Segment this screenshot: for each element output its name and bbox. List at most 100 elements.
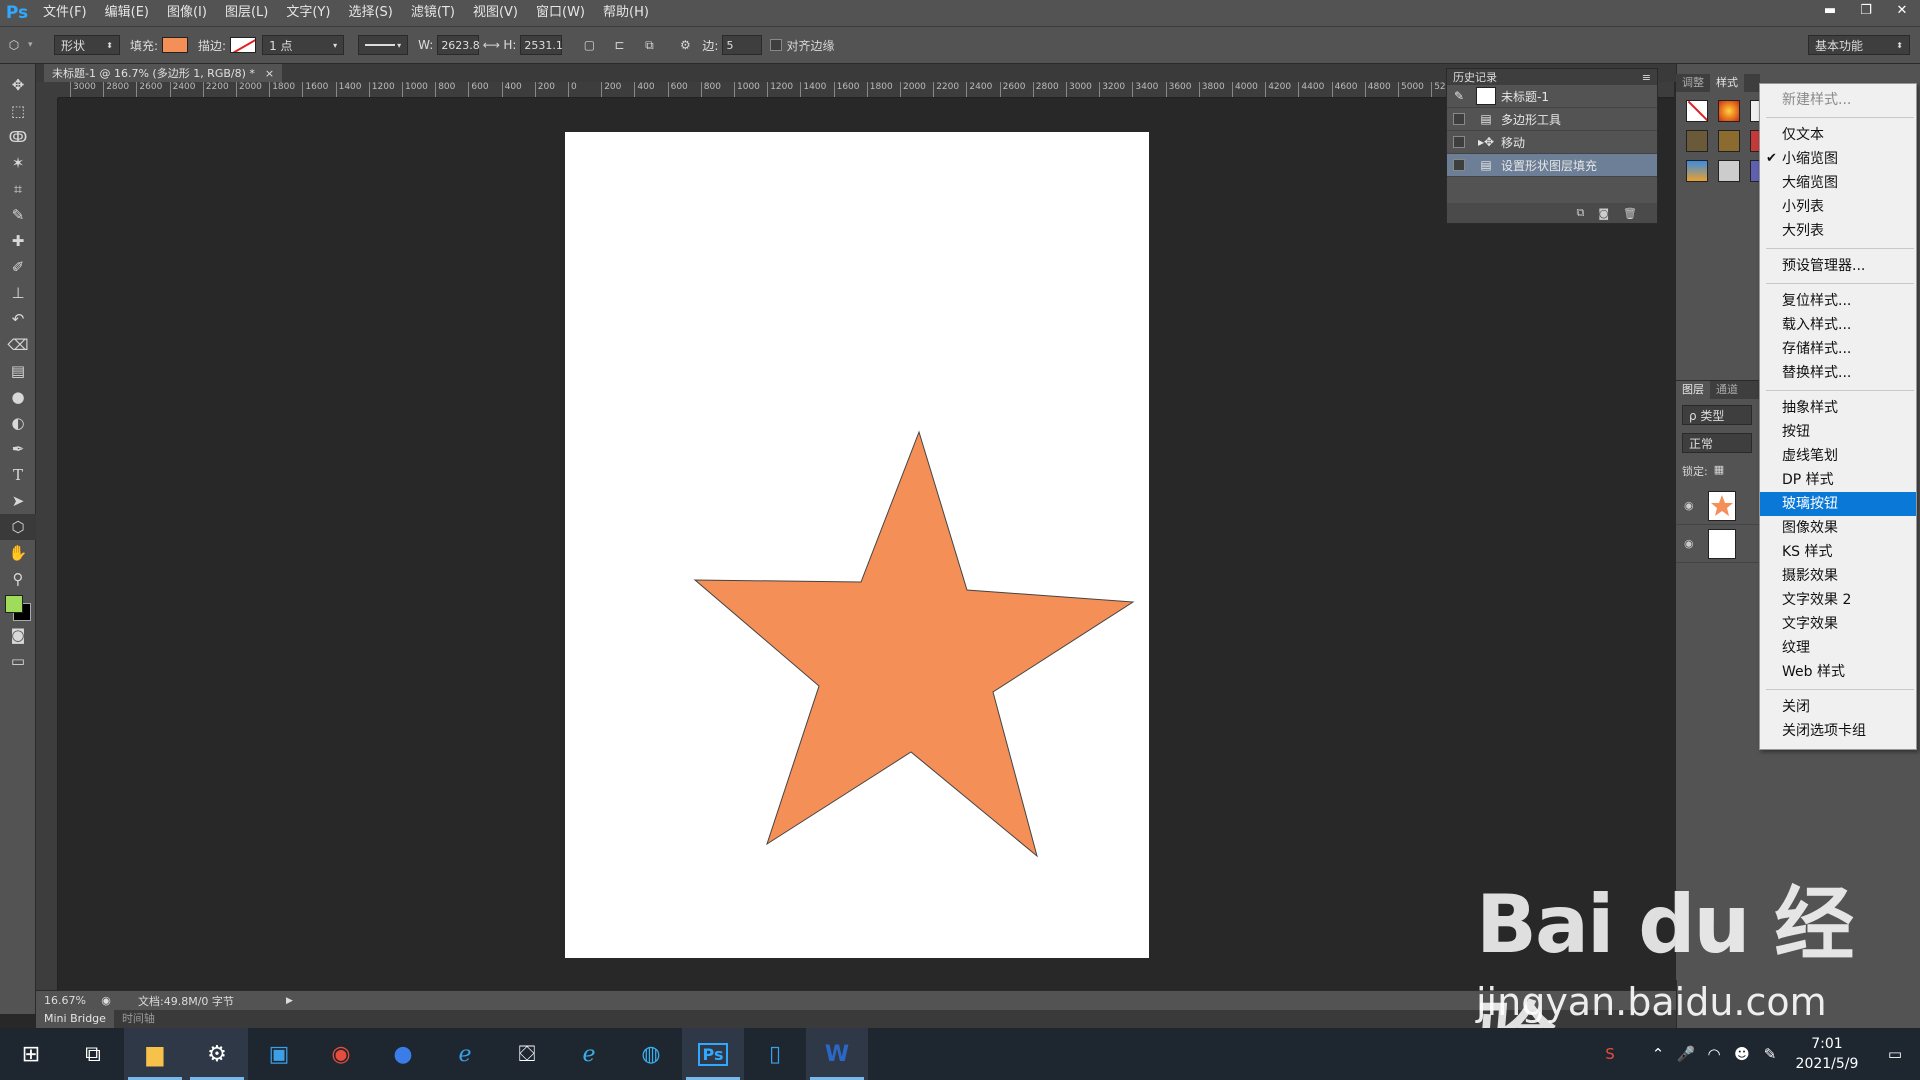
history-source-checkbox[interactable] xyxy=(1453,113,1465,125)
menu-file[interactable]: 文件(F) xyxy=(34,0,96,26)
settings-icon[interactable]: ⚙ xyxy=(186,1028,248,1080)
dodge-tool-icon[interactable]: ◐ xyxy=(0,410,36,436)
sogou-input-icon[interactable]: S xyxy=(1596,1045,1624,1063)
pen-icon[interactable]: ✎ xyxy=(1756,1045,1784,1063)
blend-mode-select[interactable]: 正常 xyxy=(1682,433,1752,453)
menu-type[interactable]: 文字(Y) xyxy=(277,0,339,26)
width-input[interactable]: 2623.8 xyxy=(437,35,480,55)
menu-abstract-styles[interactable]: 抽象样式 xyxy=(1760,396,1916,420)
new-document-from-state-icon[interactable]: ⧉ xyxy=(1576,206,1584,220)
menu-close-tab-group[interactable]: 关闭选项卡组 xyxy=(1760,719,1916,743)
path-selection-tool-icon[interactable]: ➤ xyxy=(0,488,36,514)
align-edges-checkbox[interactable] xyxy=(770,39,783,51)
history-item[interactable]: ▤ 多边形工具 xyxy=(1447,108,1657,131)
link-icon[interactable]: ⟷ xyxy=(479,38,503,52)
menu-ks-styles[interactable]: KS 样式 xyxy=(1760,540,1916,564)
polygon-tool-preset-icon[interactable]: ⬡ xyxy=(0,38,28,52)
quick-mask-icon[interactable]: ◙ xyxy=(0,622,36,648)
menu-large-thumbnail[interactable]: 大缩览图 xyxy=(1760,171,1916,195)
menu-close[interactable]: 关闭 xyxy=(1760,695,1916,719)
menu-reset-styles[interactable]: 复位样式... xyxy=(1760,289,1916,313)
menu-glass-buttons[interactable]: 玻璃按钮 xyxy=(1760,492,1916,516)
fill-swatch[interactable] xyxy=(162,37,189,53)
network-icon[interactable]: ◠ xyxy=(1700,1045,1728,1063)
browser-app-icon[interactable]: ◍ xyxy=(620,1028,682,1080)
height-input[interactable]: 2531.1 xyxy=(520,35,563,55)
restore-icon[interactable]: ❐ xyxy=(1848,0,1884,20)
panel-menu-icon[interactable]: ≡ xyxy=(1642,71,1651,84)
tool-mode-select[interactable]: 形状 ⬍ xyxy=(54,35,120,55)
color-swatches[interactable] xyxy=(0,592,36,622)
menu-filter[interactable]: 滤镜(T) xyxy=(402,0,464,26)
history-brush-tool-icon[interactable]: ↶ xyxy=(0,306,36,332)
menu-text-effects-2[interactable]: 文字效果 2 xyxy=(1760,588,1916,612)
chrome-icon[interactable]: ◉ xyxy=(310,1028,372,1080)
brush-tool-icon[interactable]: ✐ xyxy=(0,254,36,280)
menu-edit[interactable]: 编辑(E) xyxy=(96,0,158,26)
menu-large-list[interactable]: 大列表 xyxy=(1760,219,1916,243)
file-explorer-icon[interactable]: ▆ xyxy=(124,1028,186,1080)
healing-brush-tool-icon[interactable]: ✚ xyxy=(0,228,36,254)
star-shape[interactable] xyxy=(693,430,1135,858)
clock[interactable]: 7:01 2021/5/9 xyxy=(1784,1034,1870,1074)
foreground-color[interactable] xyxy=(5,595,23,613)
history-brush-source-icon[interactable]: ✎ xyxy=(1447,89,1471,103)
menu-photographic-effects[interactable]: 摄影效果 xyxy=(1760,564,1916,588)
tab-mini-bridge[interactable]: Mini Bridge xyxy=(36,1010,114,1028)
eyedropper-tool-icon[interactable]: ✎ xyxy=(0,202,36,228)
style-swatch[interactable] xyxy=(1686,160,1708,182)
tab-timeline[interactable]: 时间轴 xyxy=(114,1010,163,1028)
phone-app-icon[interactable]: ▯ xyxy=(744,1028,806,1080)
marquee-tool-icon[interactable]: ⬚ xyxy=(0,98,36,124)
windows-start-icon[interactable]: ⊞ xyxy=(0,1028,62,1080)
lock-transparency-icon[interactable]: ▦ xyxy=(1714,463,1724,479)
tab-adjustments[interactable]: 调整 xyxy=(1676,74,1710,92)
zoom-level[interactable]: 16.67% xyxy=(36,994,86,1007)
document-canvas[interactable] xyxy=(565,132,1149,958)
style-swatch[interactable] xyxy=(1718,160,1740,182)
move-tool-icon[interactable]: ✥ xyxy=(0,72,36,98)
menu-window[interactable]: 窗口(W) xyxy=(527,0,594,26)
gear-icon[interactable]: ⚙ xyxy=(670,38,700,52)
task-view-icon[interactable]: ⧉ xyxy=(62,1028,124,1080)
style-none-swatch[interactable] xyxy=(1686,100,1708,122)
menu-small-list[interactable]: 小列表 xyxy=(1760,195,1916,219)
notification-icon[interactable]: ▭ xyxy=(1870,1045,1920,1063)
history-item-selected[interactable]: ▤ 设置形状图层填充 xyxy=(1447,154,1657,177)
screen-mode-icon[interactable]: ▭ xyxy=(0,648,36,674)
menu-buttons[interactable]: 按钮 xyxy=(1760,420,1916,444)
history-source-checkbox[interactable] xyxy=(1453,136,1465,148)
style-swatch[interactable] xyxy=(1686,130,1708,152)
camera-icon[interactable]: ◙ xyxy=(1598,207,1609,220)
pen-tool-icon[interactable]: ✒ xyxy=(0,436,36,462)
crop-tool-icon[interactable]: ⌗ xyxy=(0,176,36,202)
menu-dotted-strokes[interactable]: 虚线笔划 xyxy=(1760,444,1916,468)
path-arrangement-icon[interactable]: ⧉ xyxy=(634,38,664,53)
menu-select[interactable]: 选择(S) xyxy=(339,0,401,26)
layer-row-polygon[interactable]: ◉ xyxy=(1676,487,1760,525)
sides-input[interactable]: 5 xyxy=(722,35,763,55)
history-source-checkbox[interactable] xyxy=(1453,159,1465,171)
canvas-area[interactable] xyxy=(58,98,1674,990)
photos-icon[interactable]: ▣ xyxy=(248,1028,310,1080)
status-arrow-icon[interactable]: ▶ xyxy=(286,996,293,1006)
close-icon[interactable]: ✕ xyxy=(1884,0,1920,20)
document-tab[interactable]: 未标题-1 @ 16.7% (多边形 1, RGB/8) * × xyxy=(44,64,283,82)
store-icon[interactable]: ⛋ xyxy=(496,1028,558,1080)
chevron-down-icon[interactable]: ▾ xyxy=(28,40,38,50)
eraser-tool-icon[interactable]: ⌫ xyxy=(0,332,36,358)
stroke-swatch[interactable] xyxy=(230,37,257,53)
path-operations-icon[interactable]: ▢ xyxy=(574,38,604,52)
trash-icon[interactable]: 🗑 xyxy=(1623,207,1637,220)
history-item[interactable]: ▸✥ 移动 xyxy=(1447,131,1657,154)
status-menu-icon[interactable]: ◉ xyxy=(86,994,126,1007)
polygon-tool-icon[interactable]: ⬡ xyxy=(0,514,36,540)
blur-tool-icon[interactable]: ● xyxy=(0,384,36,410)
zoom-tool-icon[interactable]: ⚲ xyxy=(0,566,36,592)
path-alignment-icon[interactable]: ⊏ xyxy=(604,38,634,52)
layer-row-background[interactable]: ◉ xyxy=(1676,525,1760,563)
menu-layer[interactable]: 图层(L) xyxy=(216,0,277,26)
chevron-up-icon[interactable]: ⌃ xyxy=(1644,1045,1672,1063)
menu-text-only[interactable]: 仅文本 xyxy=(1760,123,1916,147)
internet-explorer-icon[interactable]: ℯ xyxy=(434,1028,496,1080)
